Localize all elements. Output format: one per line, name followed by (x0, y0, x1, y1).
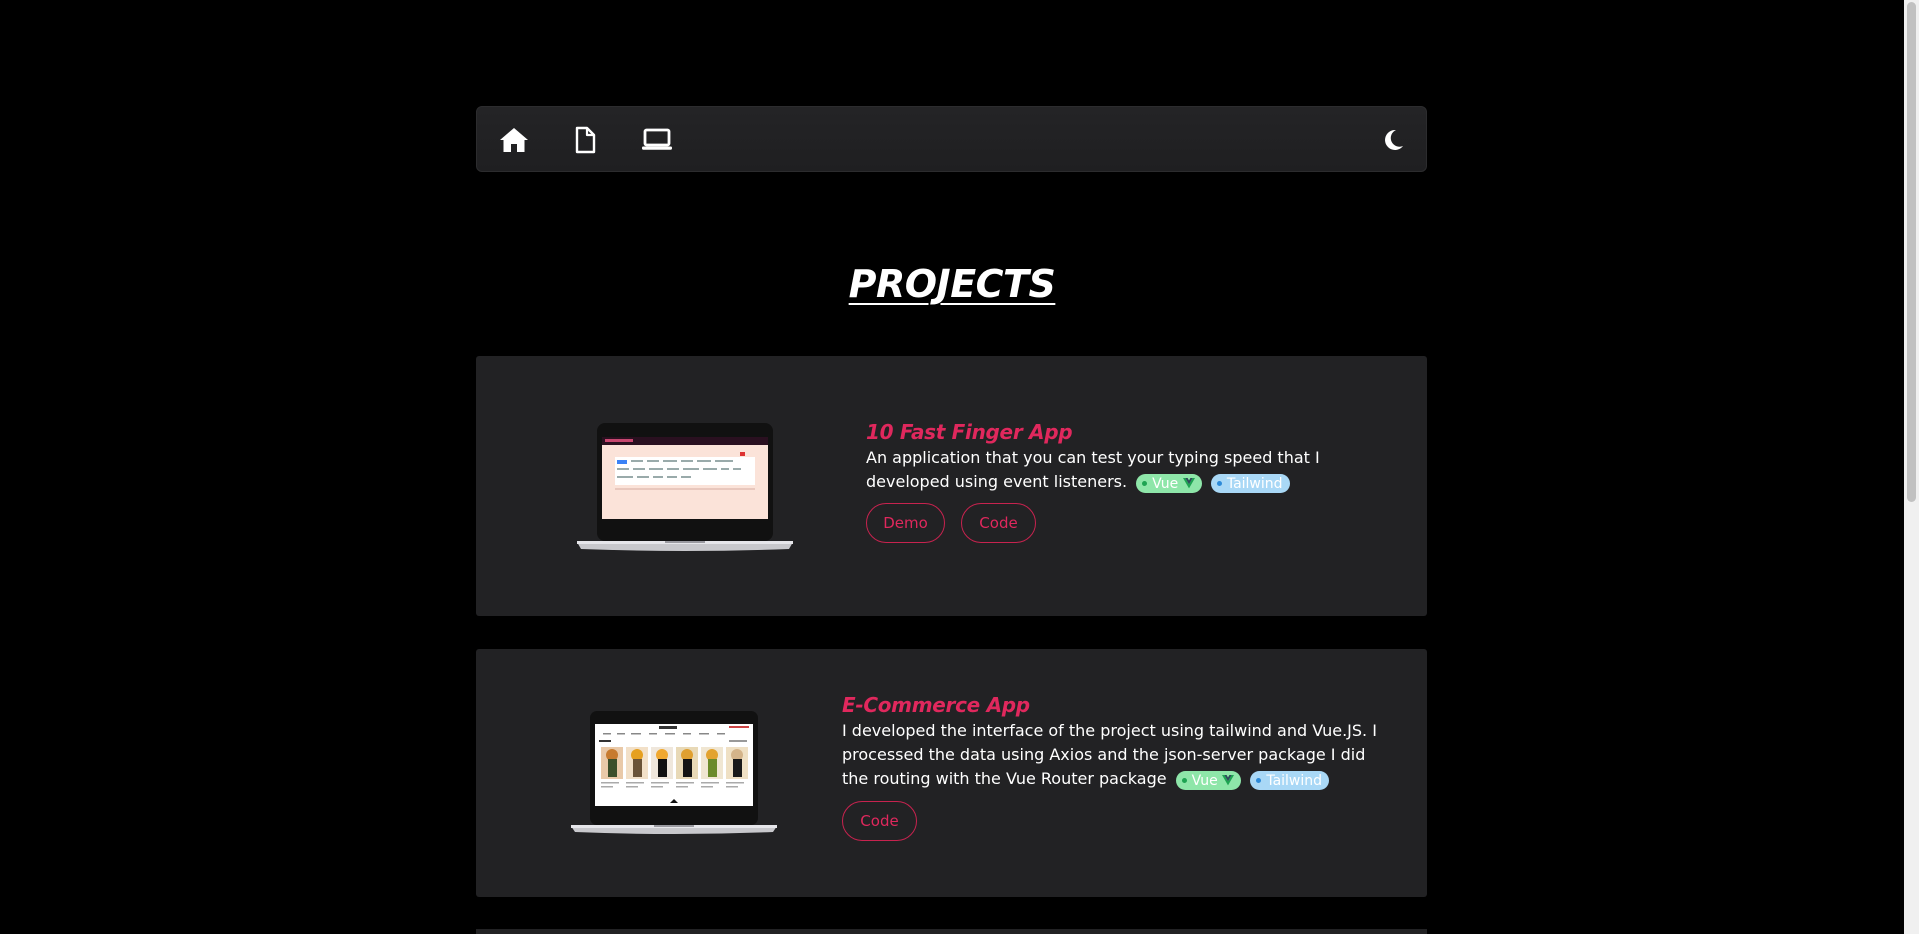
home-icon[interactable] (498, 124, 530, 156)
tag-label: Tailwind (1226, 475, 1283, 492)
vue-logo-icon (1222, 775, 1235, 786)
dot-icon (1142, 481, 1148, 486)
project-card: E-Commerce App I developed the interface… (476, 649, 1427, 897)
tailwind-tag: Tailwind (1250, 771, 1330, 790)
tag-label: Vue (1152, 475, 1179, 492)
tag-label: Tailwind (1266, 772, 1323, 789)
vue-tag: Vue (1175, 771, 1242, 790)
document-icon[interactable] (569, 124, 601, 156)
project-card: 10 Fast Finger App An application that y… (476, 356, 1427, 616)
tag-label: Vue (1191, 772, 1218, 789)
code-button[interactable]: Code (961, 503, 1036, 543)
project-description: An application that you can test your ty… (866, 446, 1396, 494)
scrollbar-thumb[interactable] (1907, 2, 1916, 502)
page: PROJECTS 10 Fast Finger App An applicati… (0, 0, 1919, 934)
tailwind-tag: Tailwind (1210, 474, 1290, 493)
laptop-icon[interactable] (641, 124, 673, 156)
page-title: PROJECTS (848, 262, 1056, 306)
project-card-partial (476, 929, 1427, 934)
dot-icon (1256, 778, 1262, 783)
project-title: 10 Fast Finger App (866, 420, 1073, 444)
code-button[interactable]: Code (842, 801, 917, 841)
project-title: E-Commerce App (842, 693, 1030, 717)
project-description: I developed the interface of the project… (842, 719, 1392, 791)
top-navbar (476, 106, 1427, 172)
dot-icon (1181, 778, 1187, 783)
project-screenshot-laptop (569, 711, 779, 841)
vue-logo-icon (1182, 478, 1195, 489)
dot-icon (1216, 481, 1222, 486)
vertical-scrollbar[interactable] (1904, 0, 1919, 934)
moon-icon[interactable] (1377, 124, 1409, 156)
vue-tag: Vue (1136, 474, 1202, 493)
project-screenshot-laptop (575, 422, 795, 556)
demo-button[interactable]: Demo (866, 503, 945, 543)
